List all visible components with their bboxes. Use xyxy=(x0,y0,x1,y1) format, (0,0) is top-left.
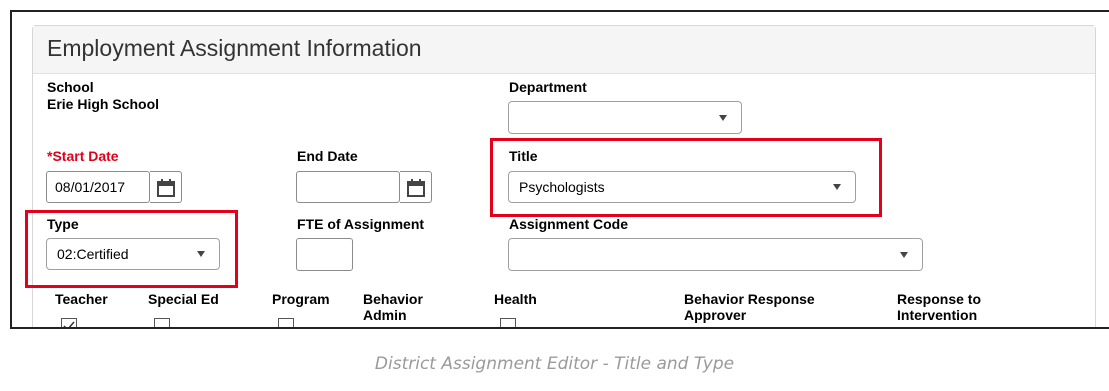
program-label: Program xyxy=(272,291,330,307)
special-ed-label: Special Ed xyxy=(148,291,219,307)
assignment-code-select[interactable] xyxy=(508,238,923,271)
calendar-icon xyxy=(157,179,175,197)
teacher-checkbox[interactable] xyxy=(61,318,77,327)
behavior-response-approver-label: Behavior Response Approver xyxy=(684,291,815,323)
fte-input[interactable] xyxy=(296,238,353,271)
assignment-code-label: Assignment Code xyxy=(509,216,629,232)
screenshot-frame: Employment Assignment Information School… xyxy=(10,10,1109,329)
panel-header: Employment Assignment Information xyxy=(33,26,1095,74)
special-ed-checkbox[interactable] xyxy=(154,318,170,327)
start-date-calendar-button[interactable] xyxy=(150,171,182,203)
end-date-input[interactable] xyxy=(296,171,400,203)
start-date-input[interactable]: 08/01/2017 xyxy=(46,171,150,203)
chevron-down-icon xyxy=(900,251,908,258)
response-to-intervention-label: Response to Intervention xyxy=(897,291,982,323)
title-highlight-box xyxy=(490,138,882,217)
teacher-label: Teacher xyxy=(55,291,108,307)
fte-label: FTE of Assignment xyxy=(297,216,425,232)
employment-assignment-panel: Employment Assignment Information School… xyxy=(25,25,1096,327)
calendar-icon xyxy=(407,179,425,197)
panel-title: Employment Assignment Information xyxy=(47,35,422,61)
end-date-calendar-button[interactable] xyxy=(400,171,432,203)
health-label: Health xyxy=(494,291,537,307)
end-date-label: End Date xyxy=(297,148,358,164)
figure-caption: District Assignment Editor - Title and T… xyxy=(374,354,735,374)
type-highlight-box xyxy=(25,210,238,288)
behavior-admin-label: Behavior Admin xyxy=(363,291,423,323)
check-icon xyxy=(63,321,75,327)
program-checkbox[interactable] xyxy=(278,318,294,327)
school-label: School xyxy=(47,79,94,95)
department-label: Department xyxy=(509,79,587,95)
department-select[interactable] xyxy=(508,101,742,134)
start-date-label: *Start Date xyxy=(47,148,119,164)
health-checkbox[interactable] xyxy=(500,318,516,327)
school-value: Erie High School xyxy=(47,96,160,112)
chevron-down-icon xyxy=(719,114,727,121)
